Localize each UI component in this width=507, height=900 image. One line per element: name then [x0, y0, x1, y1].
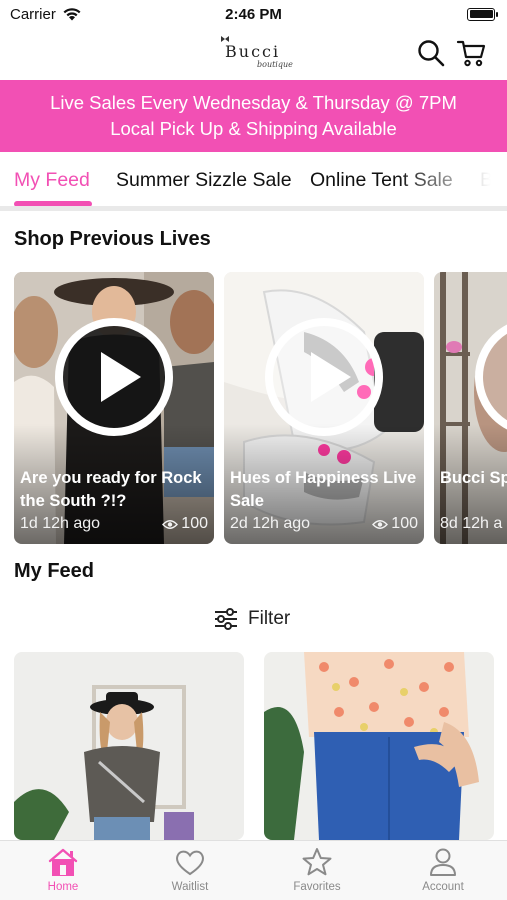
nav-account[interactable]: Account [398, 847, 488, 893]
promo-banner: Live Sales Every Wednesday & Thursday @ … [0, 80, 507, 152]
live-card-title: Are you ready for Rock the South ?!? [20, 469, 202, 510]
nav-home[interactable]: Home [18, 847, 108, 893]
live-card-views: 100 [162, 515, 208, 533]
carrier-info: Carrier [10, 6, 82, 23]
live-card[interactable]: Are you ready for Rock the South ?!? 1d … [14, 272, 214, 544]
live-card-time: 2d 12h ago [230, 515, 311, 532]
banner-line-1: Live Sales Every Wednesday & Thursday @ … [50, 92, 457, 113]
bottom-tab-bar: Home Waitlist Favorites Account [0, 840, 507, 900]
tabs-divider [0, 206, 507, 211]
nav-favorites[interactable]: Favorites [272, 847, 362, 893]
filter-button[interactable]: Filter [214, 604, 290, 634]
battery-icon [467, 7, 498, 21]
home-icon [48, 848, 78, 876]
view-count: 100 [181, 515, 208, 532]
nav-home-label: Home [47, 881, 79, 893]
brand-logo[interactable]: Bucci boutique [205, 32, 295, 76]
play-icon[interactable] [473, 316, 507, 438]
tab-summer-sizzle-sale[interactable]: Summer Sizzle Sale [116, 169, 292, 192]
live-card-time: 8d 12h a [440, 515, 503, 532]
star-icon [302, 848, 332, 876]
product-image [264, 652, 494, 840]
status-bar: Carrier 2:46 PM [0, 0, 507, 28]
nav-waitlist-label: Waitlist [171, 881, 209, 893]
tab-online-tent-sale[interactable]: Online Tent Sale [310, 169, 453, 192]
app-header: Bucci boutique [0, 28, 507, 80]
tab-overflow[interactable]: B [480, 169, 493, 192]
logo-text: Bucci [225, 42, 281, 61]
live-card[interactable]: Hues of Happiness Live Sale 2d 12h ago 1… [224, 272, 424, 544]
nav-account-label: Account [422, 881, 464, 893]
previous-lives-carousel[interactable]: Are you ready for Rock the South ?!? 1d … [0, 272, 507, 544]
heart-icon [176, 850, 204, 876]
live-card-title: Hues of Happiness Live Sale [230, 469, 417, 510]
live-card[interactable]: Bucci Sp 8d 12h a [434, 272, 507, 544]
live-card-views: 100 [372, 515, 418, 533]
my-feed-heading: My Feed [14, 560, 95, 582]
cart-icon[interactable] [456, 38, 486, 68]
wifi-icon [63, 8, 81, 21]
nav-favorites-label: Favorites [293, 881, 341, 893]
user-icon [430, 848, 456, 876]
filter-label: Filter [248, 608, 291, 629]
category-tabs: My Feed Summer Sizzle Sale Online Tent S… [0, 152, 507, 210]
live-card-time: 1d 12h ago [20, 515, 101, 532]
product-card[interactable] [14, 652, 244, 840]
product-image [14, 652, 244, 840]
product-card[interactable] [264, 652, 494, 840]
sliders-icon [215, 608, 237, 630]
live-card-title: Bucci Sp [440, 469, 507, 487]
view-count: 100 [391, 515, 418, 532]
nav-waitlist[interactable]: Waitlist [145, 847, 235, 893]
logo-subtext: boutique [257, 60, 293, 69]
search-icon[interactable] [416, 38, 446, 68]
tab-my-feed[interactable]: My Feed [14, 169, 90, 192]
eye-icon [372, 519, 389, 529]
previous-lives-heading: Shop Previous Lives [14, 228, 211, 250]
play-icon[interactable] [263, 316, 385, 438]
play-icon[interactable] [53, 316, 175, 438]
banner-line-2: Local Pick Up & Shipping Available [110, 118, 397, 139]
eye-icon [162, 519, 179, 529]
carrier-label: Carrier [10, 5, 56, 23]
